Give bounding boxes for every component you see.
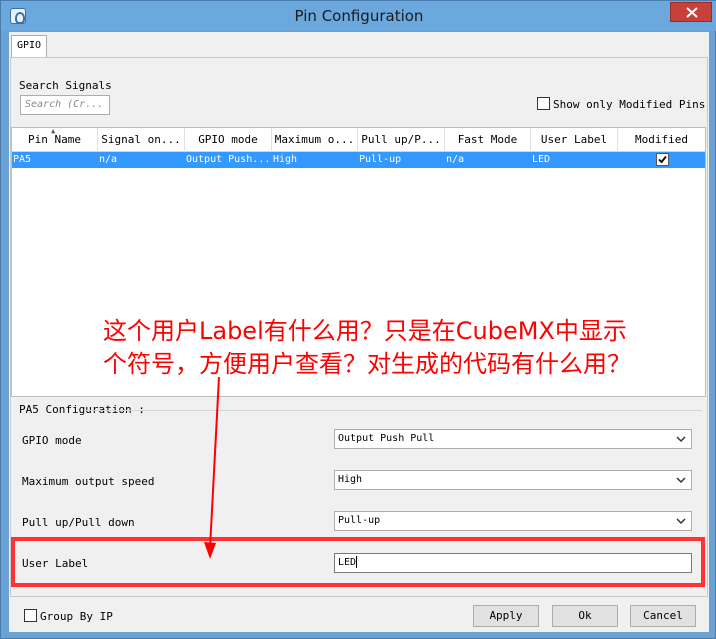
pull-value: Pull-up: [338, 515, 381, 526]
annotation-text: 这个用户Label有什么用？只是在CubeMX中显示 个符号，方便用户查看？对生…: [103, 315, 703, 381]
show-modified-pins-checkbox[interactable]: [537, 97, 550, 110]
tab-gpio[interactable]: GPIO: [11, 35, 47, 58]
cell-gpio-mode: Output Push...: [186, 154, 271, 165]
checkmark-icon: [658, 155, 667, 164]
window-title: Pin Configuration: [294, 7, 424, 25]
table-header: ▲ Pin Name Signal on... GPIO mode Maximu…: [12, 128, 705, 152]
cell-fast-mode: n/a: [446, 154, 465, 165]
column-header-signal[interactable]: Signal on...: [98, 128, 185, 152]
chevron-down-icon: [676, 477, 686, 484]
dialog-client-area: GPIO Search Signals Search (Cr... Show o…: [9, 32, 709, 632]
table-row[interactable]: PA5 n/a Output Push... High Pull-up n/a …: [12, 152, 705, 168]
cell-max-speed: High: [273, 154, 298, 165]
cell-pull: Pull-up: [359, 154, 402, 165]
column-header-pin-name[interactable]: ▲ Pin Name: [12, 128, 98, 152]
search-signals-label: Search Signals: [19, 79, 112, 92]
text-caret: [356, 556, 358, 568]
max-speed-value: High: [338, 474, 363, 485]
column-header-pull[interactable]: Pull up/P...: [358, 128, 445, 152]
gpio-mode-select[interactable]: Output Push Pull: [334, 429, 692, 449]
cancel-button[interactable]: Cancel: [630, 605, 696, 627]
pull-label: Pull up/Pull down: [22, 516, 135, 529]
group-by-ip-checkbox[interactable]: [24, 609, 37, 622]
user-label-label: User Label: [22, 557, 89, 570]
column-header-fast-mode[interactable]: Fast Mode: [445, 128, 531, 152]
gpio-mode-label: GPIO mode: [22, 434, 82, 447]
close-button[interactable]: [670, 2, 712, 22]
cell-signal: n/a: [99, 154, 118, 165]
annotation-line-2: 个符号，方便用户查看？对生成的代码有什么用？: [103, 350, 631, 378]
chevron-down-icon: [676, 518, 686, 525]
close-icon: [686, 7, 698, 18]
pin-configuration-window: Pin Configuration GPIO Search Signals Se…: [0, 0, 716, 639]
column-header-modified[interactable]: Modified: [618, 128, 705, 152]
sort-ascending-icon: ▲: [51, 128, 56, 135]
column-header-gpio-mode[interactable]: GPIO mode: [185, 128, 272, 152]
config-divider: [84, 410, 702, 411]
user-label-input[interactable]: LED: [334, 553, 692, 573]
apply-button[interactable]: Apply: [473, 605, 539, 627]
show-modified-pins-label: Show only Modified Pins: [553, 98, 706, 111]
group-by-ip-label: Group By IP: [40, 610, 113, 623]
ok-button[interactable]: Ok: [552, 605, 618, 627]
gpio-mode-value: Output Push Pull: [338, 433, 435, 444]
chevron-down-icon: [676, 436, 686, 443]
pull-select[interactable]: Pull-up: [334, 511, 692, 531]
max-speed-label: Maximum output speed: [22, 475, 155, 488]
user-label-value: LED: [338, 557, 357, 568]
modified-checkbox[interactable]: [656, 153, 669, 166]
cell-pin: PA5: [13, 154, 32, 165]
column-header-user-label[interactable]: User Label: [531, 128, 618, 152]
search-input[interactable]: Search (Cr...: [20, 95, 110, 115]
tab-strip: GPIO: [9, 32, 709, 58]
annotation-line-1: 这个用户Label有什么用？只是在CubeMX中显示: [103, 317, 627, 345]
cell-user-label: LED: [532, 154, 551, 165]
max-speed-select[interactable]: High: [334, 470, 692, 490]
title-bar[interactable]: Pin Configuration: [1, 1, 716, 31]
column-header-max-speed[interactable]: Maximum o...: [272, 128, 358, 152]
